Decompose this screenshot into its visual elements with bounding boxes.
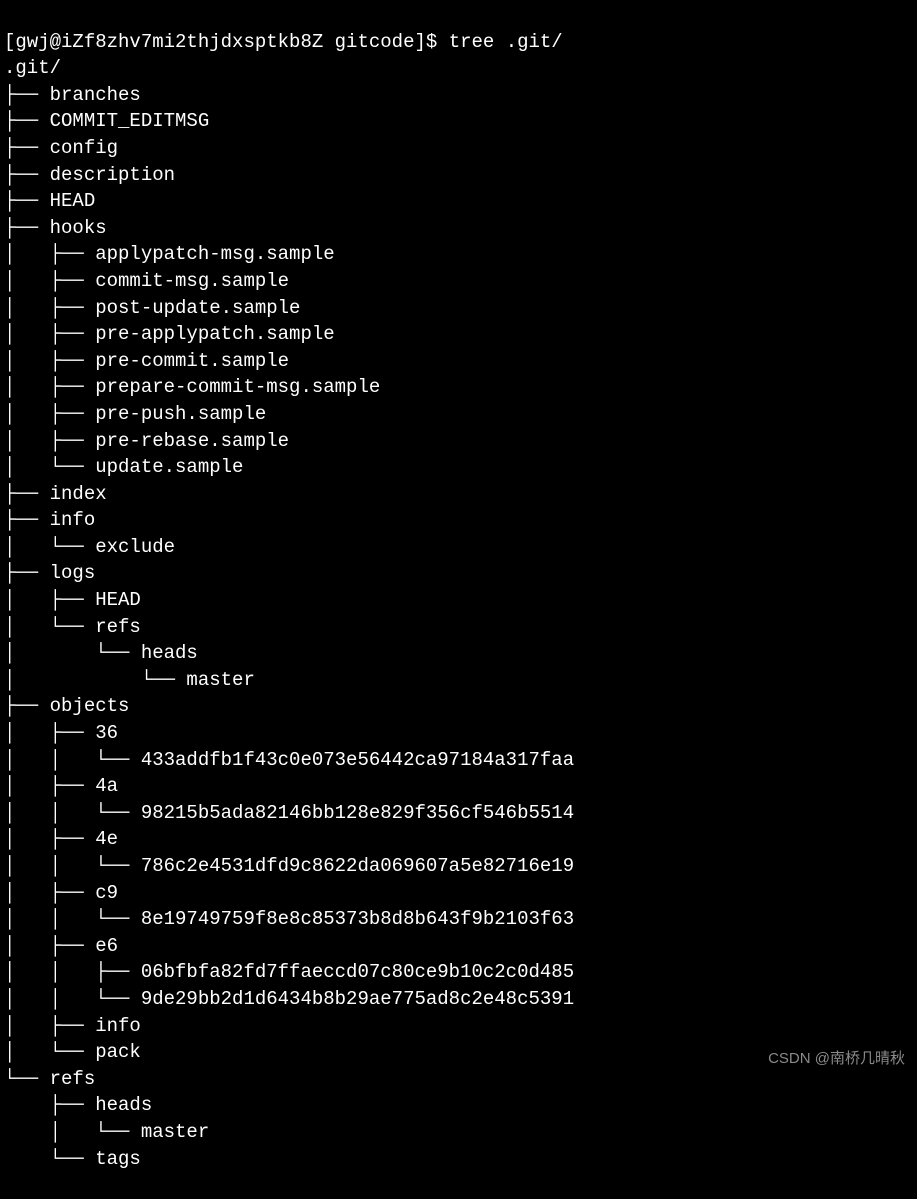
watermark-text: CSDN @南桥几晴秋 bbox=[768, 1048, 905, 1069]
shell-prompt: [gwj@iZf8zhv7mi2thjdxsptkb8Z gitcode]$ bbox=[4, 31, 437, 53]
tree-body: ├── branches ├── COMMIT_EDITMSG ├── conf… bbox=[4, 82, 913, 1172]
terminal-output: [gwj@iZf8zhv7mi2thjdxsptkb8Z gitcode]$ t… bbox=[4, 2, 913, 1199]
shell-command[interactable]: tree .git/ bbox=[449, 31, 563, 53]
tree-root: .git/ bbox=[4, 57, 61, 79]
